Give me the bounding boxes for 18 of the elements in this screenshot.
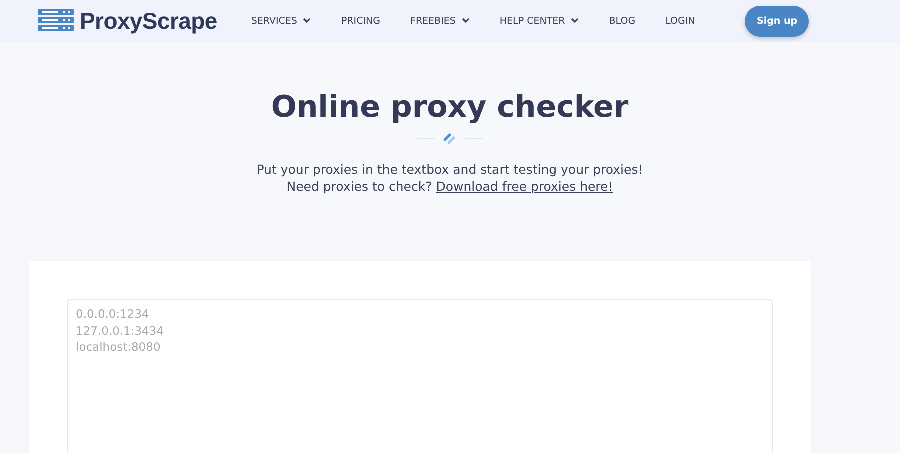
page-title: Online proxy checker xyxy=(271,90,629,125)
nav-link[interactable]: SERVICES xyxy=(251,16,312,26)
chevron-down-icon xyxy=(571,18,580,24)
proxy-input-field[interactable]: 0.0.0.0:1234 127.0.0.1:3434 localhost:8080 xyxy=(67,299,773,453)
nav-link[interactable]: LOGIN xyxy=(666,16,696,26)
server-stack-icon[interactable] xyxy=(38,9,74,33)
chevron-down-icon xyxy=(462,18,470,24)
intro-text: Put your proxies in the textbox and start testing your proxies! xyxy=(256,161,644,178)
chevron-down-icon xyxy=(303,18,312,24)
nav-link[interactable]: BLOG xyxy=(609,16,636,26)
nav-link[interactable]: PRICING xyxy=(341,16,380,26)
nav-link[interactable]: FREEBIES xyxy=(410,16,470,26)
sign-up-button[interactable]: Sign up xyxy=(745,6,810,36)
intro-question: Need proxies to check? xyxy=(286,179,432,194)
nav-link[interactable]: HELP CENTER xyxy=(500,16,580,26)
slash-icon xyxy=(443,131,457,145)
logo-text[interactable]: ProxyScrape xyxy=(80,8,218,34)
download-link[interactable]: Download free proxies here! xyxy=(436,179,614,194)
